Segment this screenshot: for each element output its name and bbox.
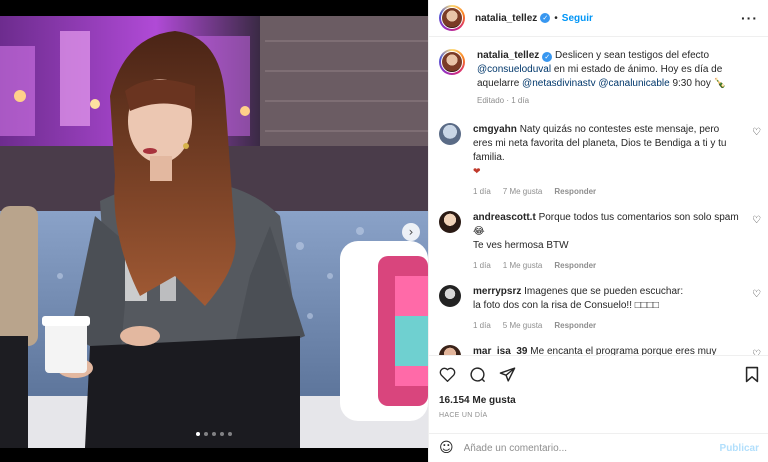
mention-link[interactable]: @canalunicable: [598, 78, 669, 89]
comment-username[interactable]: cmgyahn: [473, 124, 517, 135]
like-comment-icon[interactable]: ♡: [752, 289, 761, 300]
post-caption: natalia_tellez ✓ Deslicen y sean testigos…: [429, 49, 768, 108]
carousel-dots: [0, 432, 428, 436]
comment-body: mar_isa_39 Me encanta el programa porque…: [473, 345, 741, 355]
avatar[interactable]: [439, 285, 461, 307]
caption-meta: Editado · 1 día: [477, 94, 741, 108]
comment-item: andreascott.t Porque todos tus comentari…: [429, 211, 768, 273]
comment-username[interactable]: andreascott.t: [473, 212, 536, 223]
avatar[interactable]: [439, 345, 461, 355]
post-photo[interactable]: ›: [0, 0, 428, 462]
comment-item: mar_isa_39 Me encanta el programa porque…: [429, 345, 768, 355]
photo-image: [0, 16, 428, 448]
carousel-dot: [196, 432, 200, 436]
action-bar: [439, 364, 759, 384]
mention-link[interactable]: @consueloduval: [477, 64, 551, 75]
comment-text: Imagenes que se pueden escuchar:: [524, 286, 684, 297]
comment-body: cmgyahn Naty quizás no contestes este me…: [473, 123, 741, 199]
carousel-dot: [228, 432, 232, 436]
verified-icon: ✓: [540, 13, 551, 23]
mention-link[interactable]: @netasdivinastv: [522, 78, 596, 89]
comment-username[interactable]: mar_isa_39: [473, 346, 528, 355]
verified-icon: ✓: [542, 52, 553, 62]
like-comment-icon[interactable]: ♡: [752, 127, 761, 138]
comment-time: 1 día: [473, 261, 491, 270]
carousel-dot: [220, 432, 224, 436]
comment-likes[interactable]: 7 Me gusta: [503, 185, 543, 199]
avatar[interactable]: [439, 123, 461, 145]
instagram-post-modal: › natalia_tellez ✓ • Seguir ··· natalia_…: [0, 0, 768, 462]
heart-emoji: ❤: [473, 167, 481, 177]
comments-list[interactable]: natalia_tellez ✓ Deslicen y sean testigos…: [429, 37, 768, 355]
comment-likes[interactable]: 1 Me gusta: [503, 259, 543, 273]
avatar[interactable]: [439, 5, 465, 31]
comment-item: merrypsrz Imagenes que se pueden escucha…: [429, 285, 768, 333]
comment-meta: 1 día 1 Me gusta Responder: [473, 259, 741, 273]
publish-button[interactable]: Publicar: [720, 443, 759, 454]
avatar[interactable]: [439, 49, 465, 75]
carousel-dot: [212, 432, 216, 436]
caption-username[interactable]: natalia_tellez: [477, 50, 539, 61]
share-icon[interactable]: [499, 366, 516, 383]
emoji-icon[interactable]: ☺: [439, 440, 454, 456]
add-comment-bar: ☺ Publicar: [429, 433, 768, 462]
comment-likes[interactable]: 5 Me gusta: [503, 319, 543, 333]
more-options-icon[interactable]: ···: [741, 10, 758, 26]
separator-dot: •: [554, 12, 558, 24]
reply-button[interactable]: Responder: [554, 259, 596, 273]
carousel-next-icon[interactable]: ›: [402, 223, 420, 241]
post-side-panel: natalia_tellez ✓ • Seguir ··· natalia_te…: [428, 0, 768, 462]
comment-input[interactable]: [463, 442, 704, 454]
comment-text: Porque todos tus comentarios son solo sp…: [538, 212, 739, 223]
comment-icon[interactable]: [469, 366, 486, 383]
comment-time: 1 día: [473, 321, 491, 330]
post-timestamp: HACE UN DÍA: [439, 412, 488, 419]
caption-edited: Editado · 1 día: [477, 96, 530, 105]
like-icon[interactable]: [439, 367, 456, 382]
like-comment-icon[interactable]: ♡: [752, 215, 761, 226]
comment-time: 1 día: [473, 187, 491, 196]
post-actions: 16.154 Me gusta HACE UN DÍA: [429, 355, 768, 425]
post-header: natalia_tellez ✓ • Seguir ···: [429, 0, 768, 37]
reply-button[interactable]: Responder: [554, 319, 596, 333]
bottle-emoji: 🍾: [713, 78, 727, 89]
comment-meta: 1 día 5 Me gusta Responder: [473, 319, 741, 333]
comment-meta: 1 día 7 Me gusta Responder: [473, 185, 741, 199]
caption-part: Deslicen y sean testigos del efecto: [555, 50, 710, 61]
carousel-dot: [204, 432, 208, 436]
follow-button[interactable]: Seguir: [562, 13, 593, 24]
comment-text: la foto dos con la risa de Consuelo!!: [473, 300, 635, 311]
author-username[interactable]: natalia_tellez: [475, 13, 537, 24]
caption-part: 9:30 hoy: [672, 78, 711, 89]
save-icon[interactable]: [745, 366, 759, 383]
comment-glyphs: □□□□: [634, 300, 659, 311]
reply-button[interactable]: Responder: [554, 185, 596, 199]
likes-count[interactable]: 16.154 Me gusta: [439, 395, 759, 406]
comment-body: merrypsrz Imagenes que se pueden escucha…: [473, 285, 741, 333]
comment-text: Te ves hermosa BTW: [473, 240, 569, 251]
caption-text: natalia_tellez ✓ Deslicen y sean testigos…: [477, 49, 741, 108]
comment-item: cmgyahn Naty quizás no contestes este me…: [429, 123, 768, 199]
laughing-emoji: 😂: [473, 226, 485, 237]
comment-body: andreascott.t Porque todos tus comentari…: [473, 211, 741, 273]
comment-username[interactable]: merrypsrz: [473, 286, 521, 297]
avatar[interactable]: [439, 211, 461, 233]
